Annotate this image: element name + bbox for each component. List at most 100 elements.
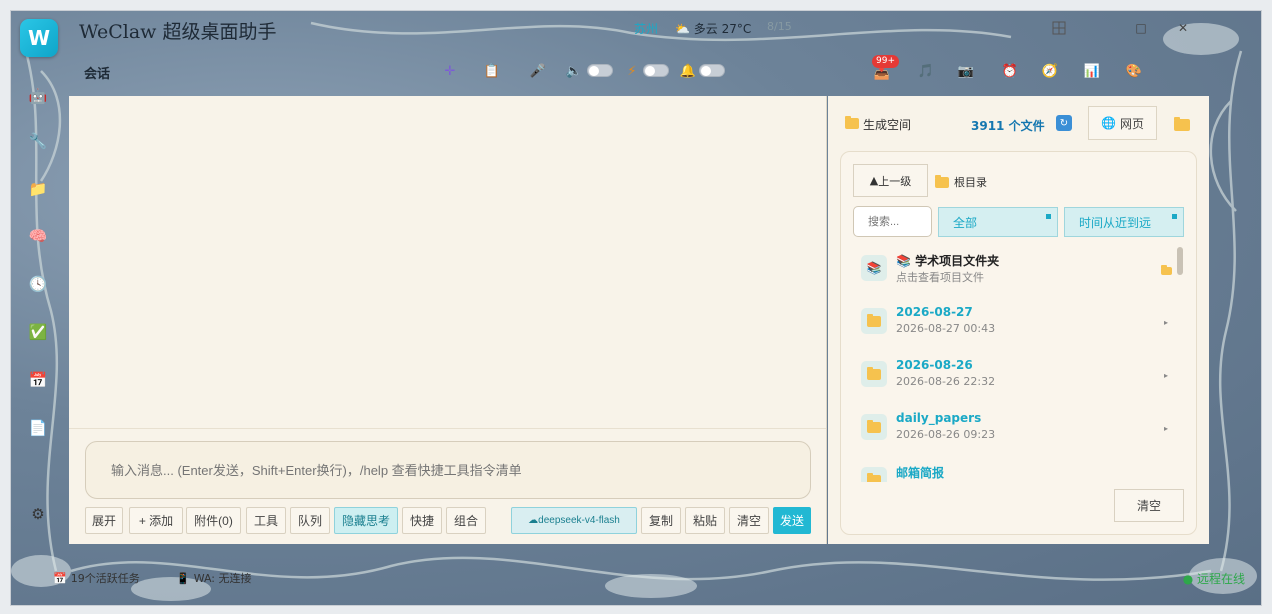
- file-list: 📚 📚 学术项目文件夹 点击查看项目文件 2026-08-27 2026-08-…: [853, 247, 1185, 482]
- active-tasks[interactable]: 📅 19个活跃任务: [53, 570, 140, 586]
- folder-icon: [845, 116, 859, 129]
- combo-button[interactable]: 组合: [446, 507, 486, 534]
- workspace-panel: 生成空间 3911 个文件 ↻ 🌐网页 ▲ 上一级 根目录 全部 时间从近到远 …: [828, 96, 1209, 544]
- speaker-icon[interactable]: 🔈: [565, 62, 583, 80]
- new-chat-icon[interactable]: ✛: [441, 62, 459, 80]
- voice-toggle[interactable]: [587, 64, 613, 77]
- expand-arrow-icon[interactable]: ▸: [1164, 424, 1168, 433]
- active-tasks-text: 19个活跃任务: [70, 572, 140, 585]
- file-count: 3911 个文件: [971, 119, 1045, 133]
- scrollbar[interactable]: [1177, 247, 1183, 275]
- app-logo: W: [20, 19, 58, 57]
- expand-arrow-icon[interactable]: ▸: [1164, 318, 1168, 327]
- item-name: 邮箱简报: [896, 466, 945, 480]
- list-item[interactable]: 2026-08-26 2026-08-26 22:32 ▸: [861, 353, 1181, 403]
- wa-status: 📱 WA: 无连接: [176, 570, 252, 586]
- folder-icon: [935, 174, 949, 188]
- filter-all[interactable]: 全部: [938, 207, 1058, 237]
- clock-icon[interactable]: 🕓: [28, 274, 48, 294]
- music-icon[interactable]: 🎵: [917, 62, 935, 80]
- grid-icon[interactable]: [1047, 19, 1071, 37]
- open-folder-icon[interactable]: [1174, 117, 1190, 131]
- clear-files-button[interactable]: 清空: [1114, 489, 1184, 522]
- bell-icon[interactable]: 🔔: [679, 62, 697, 80]
- item-name: 2026-08-27: [896, 305, 973, 319]
- hide-thinking-button[interactable]: 隐藏思考: [334, 507, 398, 534]
- list-item[interactable]: 📚 📚 学术项目文件夹 点击查看项目文件: [861, 247, 1181, 297]
- alarm-icon[interactable]: ⏰: [1001, 62, 1019, 80]
- check-icon[interactable]: ✅: [28, 322, 48, 342]
- calendar-icon[interactable]: 📅: [28, 370, 48, 390]
- globe-icon: 🌐: [1101, 116, 1116, 130]
- attachment-button[interactable]: 附件(0): [186, 507, 241, 534]
- add-button[interactable]: + 添加: [129, 507, 183, 534]
- wa-status-text: WA: 无连接: [193, 572, 252, 585]
- item-name: 📚 学术项目文件夹: [896, 254, 1000, 268]
- tools-button[interactable]: 工具: [246, 507, 286, 534]
- document-icon[interactable]: 📄: [28, 418, 48, 438]
- send-button[interactable]: 发送: [773, 507, 811, 534]
- list-item[interactable]: 邮箱简报: [861, 459, 1181, 482]
- books-icon: 📚: [861, 255, 887, 281]
- wrench-icon[interactable]: 🔧: [28, 131, 48, 151]
- file-search-input[interactable]: [853, 206, 932, 237]
- list-item[interactable]: 2026-08-27 2026-08-27 00:43 ▸: [861, 300, 1181, 350]
- list-item[interactable]: daily_papers 2026-08-26 09:23 ▸: [861, 406, 1181, 456]
- weather-extra: 8/15: [767, 20, 792, 33]
- clear-button[interactable]: 清空: [729, 507, 769, 534]
- maximize-button[interactable]: □: [1129, 19, 1153, 37]
- root-directory[interactable]: 根目录: [935, 174, 987, 190]
- up-level-button[interactable]: ▲ 上一级: [853, 164, 928, 197]
- message-area[interactable]: [69, 96, 826, 428]
- item-sub: 2026-08-26 09:23: [896, 428, 996, 441]
- fast-toggle[interactable]: [643, 64, 669, 77]
- root-label: 根目录: [954, 176, 987, 189]
- compass-icon[interactable]: 🧭: [1041, 62, 1059, 80]
- brain-icon[interactable]: 🧠: [28, 226, 48, 246]
- sort-filter[interactable]: 时间从近到远: [1064, 207, 1184, 237]
- weather-label: ⛅ 多云 27°C: [675, 22, 752, 36]
- model-selector[interactable]: ☁ deepseek-v4-flash: [511, 507, 637, 534]
- notify-toggle[interactable]: [699, 64, 725, 77]
- online-status: ● 远程在线: [1182, 572, 1245, 586]
- notification-badge: 99+: [872, 55, 899, 68]
- expand-arrow-icon[interactable]: ▸: [1164, 371, 1168, 380]
- calendar-icon: 📅: [53, 571, 67, 585]
- paste-button[interactable]: 粘贴: [685, 507, 725, 534]
- folder-icon: [861, 414, 887, 440]
- expand-button[interactable]: 展开: [85, 507, 123, 534]
- city-label[interactable]: 苏州: [634, 20, 658, 37]
- item-name: 2026-08-26: [896, 358, 973, 372]
- camera-icon[interactable]: 📷: [957, 62, 975, 80]
- settings-gear-icon[interactable]: ⚙: [28, 504, 48, 524]
- app-title: WeClaw 超级桌面助手: [79, 21, 277, 43]
- item-name-text: 学术项目文件夹: [915, 254, 1000, 268]
- web-button-label: 网页: [1119, 116, 1144, 131]
- folder-icon[interactable]: 📁: [28, 179, 48, 199]
- palette-icon[interactable]: 🎨: [1125, 62, 1143, 80]
- input-zone: 展开 + 添加 附件(0) 工具 队列 隐藏思考 快捷 组合 ☁ deepsee…: [69, 428, 826, 544]
- app-window: W WeClaw 超级桌面助手 苏州 ⛅ 多云 27°C 8/15 □ ✕ 会话…: [10, 10, 1262, 606]
- close-button[interactable]: ✕: [1171, 19, 1195, 37]
- folder-icon: [861, 467, 887, 482]
- section-title: 会话: [84, 67, 111, 82]
- chart-icon[interactable]: 📊: [1083, 62, 1101, 80]
- message-input[interactable]: [85, 441, 811, 499]
- chat-panel: 展开 + 添加 附件(0) 工具 队列 隐藏思考 快捷 组合 ☁ deepsee…: [69, 96, 827, 544]
- clipboard-icon[interactable]: 📋: [483, 62, 501, 80]
- workspace-title: 生成空间: [863, 118, 912, 132]
- item-name: daily_papers: [896, 411, 982, 425]
- robot-icon[interactable]: 🤖: [28, 86, 48, 106]
- item-sub: 2026-08-27 00:43: [896, 322, 996, 335]
- web-button[interactable]: 🌐 网页: [1088, 106, 1157, 140]
- copy-button[interactable]: 复制: [641, 507, 681, 534]
- queue-button[interactable]: 队列: [290, 507, 330, 534]
- refresh-icon[interactable]: ↻: [1056, 115, 1072, 131]
- lightning-icon[interactable]: ⚡: [623, 62, 641, 80]
- microphone-icon[interactable]: 🎤: [529, 62, 547, 80]
- folder-icon: [861, 361, 887, 387]
- weather-text: 多云 27°C: [693, 22, 752, 36]
- model-name: deepseek-v4-flash: [538, 515, 620, 526]
- phone-icon: 📱: [176, 571, 190, 585]
- quick-button[interactable]: 快捷: [402, 507, 442, 534]
